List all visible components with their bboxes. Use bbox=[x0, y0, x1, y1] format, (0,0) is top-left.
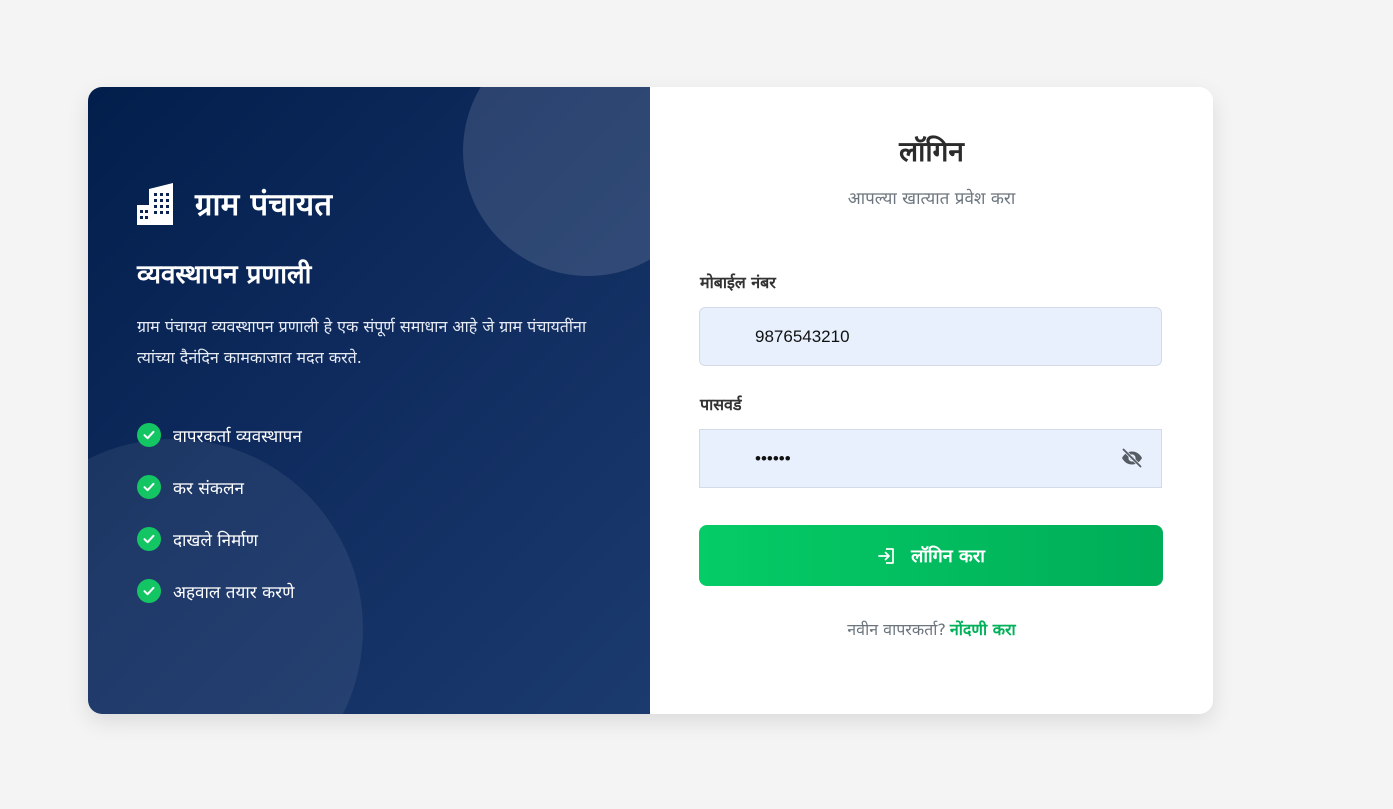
brand-subtitle: व्यवस्थापन प्रणाली bbox=[137, 260, 312, 290]
feature-list: वापरकर्ता व्यवस्थापन कर संकलन दाखले निर्… bbox=[137, 409, 302, 617]
login-card: ग्राम पंचायत व्यवस्थापन प्रणाली ग्राम पं… bbox=[88, 87, 1213, 714]
register-prompt: नवीन वापरकर्ता? नोंदणी करा bbox=[650, 618, 1213, 640]
feature-label: कर संकलन bbox=[173, 478, 244, 499]
feature-item: दाखले निर्माण bbox=[137, 513, 302, 565]
check-circle-icon bbox=[137, 423, 161, 447]
login-arrow-icon bbox=[878, 547, 894, 564]
decorative-circle bbox=[463, 87, 650, 276]
feature-item: अहवाल तयार करणे bbox=[137, 565, 302, 617]
check-circle-icon bbox=[137, 527, 161, 551]
brand-title: ग्राम पंचायत bbox=[195, 187, 333, 223]
check-circle-icon bbox=[137, 579, 161, 603]
building-icon bbox=[137, 183, 173, 225]
password-label: पासवर्ड bbox=[700, 395, 742, 414]
feature-label: दाखले निर्माण bbox=[173, 530, 258, 551]
feature-label: अहवाल तयार करणे bbox=[173, 582, 295, 603]
register-link[interactable]: नोंदणी करा bbox=[950, 620, 1016, 639]
brand: ग्राम पंचायत bbox=[137, 183, 332, 225]
feature-label: वापरकर्ता व्यवस्थापन bbox=[173, 426, 302, 447]
brand-description: ग्राम पंचायत व्यवस्थापन प्रणाली हे एक सं… bbox=[137, 317, 587, 367]
login-panel: लॉगिन आपल्या खात्यात प्रवेश करा मोबाईल न… bbox=[650, 87, 1213, 714]
password-input[interactable] bbox=[755, 430, 1095, 487]
login-subtitle: आपल्या खात्यात प्रवेश करा bbox=[847, 189, 1016, 209]
login-button[interactable]: लॉगिन करा bbox=[699, 525, 1163, 586]
login-button-label: लॉगिन करा bbox=[911, 545, 985, 567]
info-panel: ग्राम पंचायत व्यवस्थापन प्रणाली ग्राम पं… bbox=[88, 87, 650, 714]
mobile-field[interactable] bbox=[699, 307, 1162, 366]
mobile-input[interactable] bbox=[755, 308, 1095, 365]
eye-slash-icon[interactable] bbox=[1120, 446, 1144, 470]
login-title: लॉगिन bbox=[899, 135, 964, 168]
password-field[interactable] bbox=[699, 429, 1162, 488]
mobile-label: मोबाईल नंबर bbox=[700, 273, 776, 292]
register-text: नवीन वापरकर्ता? bbox=[847, 620, 946, 639]
check-circle-icon bbox=[137, 475, 161, 499]
feature-item: कर संकलन bbox=[137, 461, 302, 513]
feature-item: वापरकर्ता व्यवस्थापन bbox=[137, 409, 302, 461]
